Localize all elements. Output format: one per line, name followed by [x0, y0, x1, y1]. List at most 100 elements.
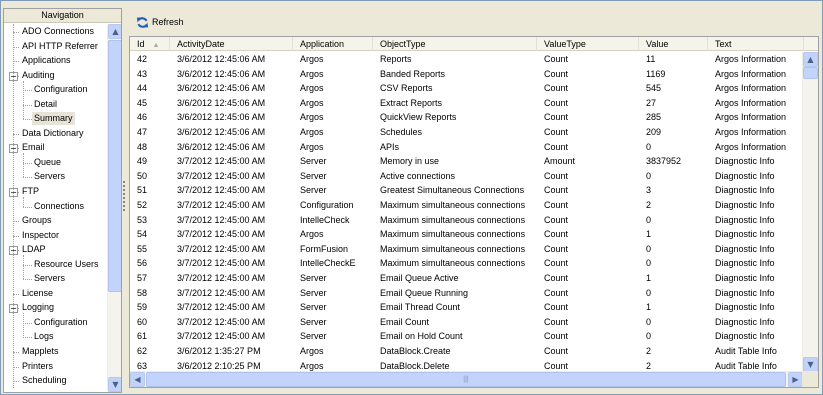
table-row[interactable]: 45 3/6/2012 12:45:06 AM Argos Extract Repor… [130, 96, 802, 111]
table-row[interactable]: 47 3/6/2012 12:45:06 AM Argos Schedules Coun… [130, 125, 802, 140]
nav-item-label: Auditing [22, 69, 55, 80]
table-cell: 3/7/2012 12:45:00 AM [177, 185, 266, 196]
table-cell: Count [544, 185, 569, 196]
navigation-header: Navigation [4, 9, 121, 23]
table-cell: 3/7/2012 12:45:00 AM [177, 156, 266, 167]
table-cell: 0 [646, 331, 652, 342]
table-row[interactable]: 61 3/7/2012 12:45:00 AM Server Email on Hol… [130, 329, 802, 344]
nav-item[interactable]: − LDAP [4, 242, 108, 257]
nav-item[interactable]: Configuration [4, 315, 108, 330]
table-cell: 0 [646, 258, 652, 269]
column-header[interactable]: Value [639, 37, 708, 51]
column-header[interactable]: Application [293, 37, 373, 51]
nav-item[interactable]: Groups [4, 213, 108, 228]
column-header[interactable]: ActivityDate [170, 37, 293, 51]
nav-item[interactable]: Printers [4, 359, 108, 374]
grid-scroll-right-button[interactable]: ▶ [788, 372, 803, 387]
nav-item[interactable]: Queue [4, 155, 108, 170]
table-cell: Server [300, 316, 327, 327]
table-row[interactable]: 49 3/7/2012 12:45:00 AM Server Memory in us… [130, 154, 802, 169]
table-cell: Server [300, 287, 327, 298]
nav-item-label: Servers [34, 171, 66, 182]
app-window: Navigation ADO Connections API HTTP Refer… [0, 0, 823, 395]
nav-item-label: Resource Users [34, 258, 99, 269]
grid-scroll-down-button[interactable]: ▼ [803, 357, 818, 372]
table-cell: 545 [646, 83, 662, 94]
table-row[interactable]: 51 3/7/2012 12:45:00 AM Server Greatest Sim… [130, 183, 802, 198]
nav-item-label: ADO Connections [22, 26, 95, 36]
nav-item[interactable]: Scheduling [4, 373, 108, 388]
table-row[interactable]: 60 3/7/2012 12:45:00 AM Server Email Count C… [130, 315, 802, 330]
table-cell: Count [544, 346, 569, 356]
table-cell: Audit Table Info [715, 346, 777, 356]
table-row[interactable]: 42 3/6/2012 12:45:06 AM Argos Reports Count… [130, 52, 802, 67]
table-cell: QuickView Reports [380, 112, 457, 123]
table-cell: 0 [646, 316, 652, 327]
nav-item[interactable]: Inspector [4, 228, 108, 243]
tree-branch-line [23, 197, 24, 207]
nav-item[interactable]: Mapplets [4, 344, 108, 359]
nav-item[interactable]: API HTTP Referrer [4, 39, 108, 54]
nav-item[interactable]: Configuration [4, 82, 108, 97]
table-row[interactable]: 58 3/7/2012 12:45:00 AM Server Email Queue … [130, 286, 802, 301]
scroll-down-button[interactable]: ▼ [108, 377, 121, 392]
table-row[interactable]: 43 3/6/2012 12:45:06 AM Argos Banded Report… [130, 67, 802, 82]
column-header[interactable]: Id ▲ [130, 37, 170, 51]
column-header[interactable]: Text [708, 37, 804, 51]
table-row[interactable]: 62 3/6/2012 1:35:27 PM Argos DataBlock.Crea… [130, 344, 802, 359]
grid-horizontal-scrollbar[interactable]: ◀ ||| ▶ [130, 371, 804, 387]
nav-item[interactable]: License [4, 286, 108, 301]
grid-scroll-left-button[interactable]: ◀ [130, 372, 145, 387]
table-row[interactable]: 55 3/7/2012 12:45:00 AM FormFusion Maximum … [130, 242, 802, 257]
tree-connector [23, 337, 32, 339]
nav-item[interactable]: Applications [4, 53, 108, 68]
nav-item[interactable]: Resource Users [4, 257, 108, 272]
nav-item[interactable]: − Email [4, 140, 108, 155]
table-row[interactable]: 53 3/7/2012 12:45:00 AM IntelleCheck Maximu… [130, 213, 802, 228]
grid-vertical-scrollbar[interactable]: ▲ ▼ [802, 52, 818, 372]
scroll-thumb[interactable] [108, 40, 121, 292]
table-row[interactable]: 57 3/7/2012 12:45:00 AM Server Email Queue … [130, 271, 802, 286]
column-header[interactable]: ObjectType [373, 37, 537, 51]
nav-item[interactable]: ADO Connections [4, 24, 108, 39]
table-cell: 2 [646, 346, 652, 356]
table-cell: Server [300, 185, 327, 196]
nav-item[interactable]: Data Dictionary [4, 126, 108, 141]
table-row[interactable]: 50 3/7/2012 12:45:00 AM Server Active conne… [130, 169, 802, 184]
table-cell: 3/7/2012 12:45:00 AM [177, 316, 266, 327]
nav-item[interactable]: Servers [4, 271, 108, 286]
table-cell: Count [544, 97, 569, 108]
table-row[interactable]: 56 3/7/2012 12:45:00 AM IntelleCheckE Maxim… [130, 256, 802, 271]
panel-splitter[interactable] [123, 181, 126, 211]
table-cell: 45 [137, 97, 148, 108]
refresh-button[interactable]: Refresh [129, 11, 199, 33]
column-header[interactable]: ValueType [537, 37, 639, 51]
nav-item-label: LDAP [22, 244, 46, 255]
table-row[interactable]: 46 3/6/2012 12:45:06 AM Argos QuickView Rep… [130, 110, 802, 125]
table-cell: Count [544, 127, 569, 137]
table-row[interactable]: 48 3/6/2012 12:45:06 AM Argos APIs Count 0 Arg… [130, 140, 802, 155]
table-row[interactable]: 59 3/7/2012 12:45:00 AM Server Email Thread… [130, 300, 802, 315]
table-cell: Count [544, 302, 569, 313]
nav-item[interactable]: Servers [4, 169, 108, 184]
table-row[interactable]: 52 3/7/2012 12:45:00 AM Configuration Maxim… [130, 198, 802, 213]
table-row[interactable]: 54 3/7/2012 12:45:00 AM Argos Maximum simul… [130, 227, 802, 242]
nav-item[interactable]: Summary [4, 111, 108, 126]
scroll-up-button[interactable]: ▲ [108, 24, 121, 39]
nav-item[interactable]: − Logging [4, 300, 108, 315]
grid-scroll-thumb[interactable] [803, 67, 818, 79]
nav-item[interactable]: Connections [4, 199, 108, 214]
scrollbar-corner [802, 371, 818, 387]
nav-item[interactable]: Logs [4, 329, 108, 344]
table-row[interactable]: 44 3/6/2012 12:45:06 AM Argos CSV Reports Co… [130, 81, 802, 96]
grid-scroll-up-button[interactable]: ▲ [803, 52, 818, 67]
grid-hscroll-thumb[interactable]: ||| [146, 372, 786, 387]
table-cell: 3/7/2012 12:45:00 AM [177, 287, 266, 298]
navigation-vertical-scrollbar[interactable]: ▲ ▼ [107, 24, 121, 392]
nav-item-label: Scheduling [22, 375, 67, 386]
table-cell: Banded Reports [380, 68, 446, 79]
table-cell: Email Count [380, 316, 430, 327]
nav-item[interactable]: Detail [4, 97, 108, 112]
nav-item[interactable]: − Auditing [4, 68, 108, 83]
nav-item[interactable]: − FTP [4, 184, 108, 199]
